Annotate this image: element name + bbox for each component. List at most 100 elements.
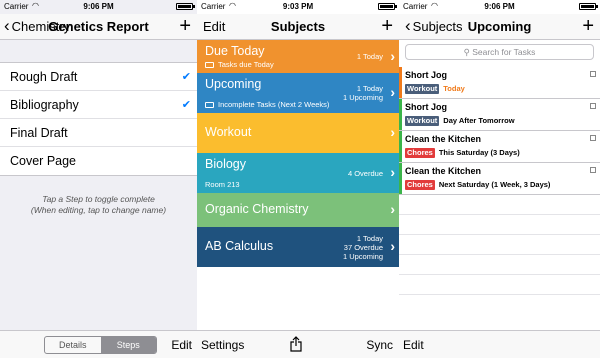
folder-icon — [205, 102, 214, 108]
step-label: Final Draft — [10, 126, 68, 140]
add-button[interactable]: + — [179, 15, 191, 38]
subject-counts: 4 Overdue — [348, 169, 383, 178]
subject-counts: 1 Today 1 Upcoming — [343, 84, 383, 102]
step-row[interactable]: Cover Page — [0, 147, 197, 175]
sync-button[interactable]: Sync — [366, 338, 393, 352]
page-title: Subjects — [270, 19, 326, 34]
settings-button[interactable]: Settings — [201, 338, 244, 352]
details-steps-segmented-control[interactable]: Details Steps — [44, 336, 157, 354]
battery-icon — [579, 3, 598, 10]
copy-icon[interactable] — [590, 71, 596, 77]
checkmark-icon: ✔ — [181, 71, 191, 83]
chevron-right-icon: › — [390, 124, 395, 140]
priority-bar — [399, 131, 402, 162]
step-label: Bibliography — [10, 98, 79, 112]
chevron-right-icon: › — [390, 164, 395, 180]
empty-row — [399, 215, 600, 235]
back-label: Chemistry — [11, 19, 71, 34]
chevron-right-icon: › — [390, 47, 395, 64]
task-row[interactable]: Short Jog Workout Day After Tomorrow — [399, 99, 600, 131]
subject-badge: Workout — [405, 116, 440, 126]
search-field[interactable]: ⚲ Search for Tasks — [405, 44, 594, 60]
subject-name: Organic Chemistry — [205, 202, 309, 216]
empty-row — [399, 235, 600, 255]
subject-name: Workout — [205, 125, 252, 139]
task-meta: Workout Today — [405, 84, 465, 94]
subject-badge: Chores — [405, 180, 435, 190]
count-label: 1 Today — [356, 52, 383, 61]
empty-row — [399, 255, 600, 275]
subject-counts: 1 Today 37 Overdue 1 Upcoming — [343, 234, 383, 261]
subject-row[interactable]: Due Today Tasks due Today 1 Today › — [197, 40, 399, 73]
copy-icon[interactable] — [590, 103, 596, 109]
search-placeholder: Search for Tasks — [472, 47, 536, 57]
chevron-left-icon: ‹ — [4, 16, 10, 35]
subject-name: Biology — [205, 157, 246, 171]
copy-icon[interactable] — [590, 167, 596, 173]
chevron-right-icon: › — [390, 238, 395, 254]
task-name: Clean the Kitchen — [405, 166, 482, 176]
due-label: Day After Tomorrow — [443, 116, 515, 125]
bottom-toolbar: Settings Sync — [197, 330, 399, 358]
bottom-toolbar: Edit — [399, 330, 600, 358]
priority-bar — [399, 99, 402, 130]
back-button[interactable]: ‹ Subjects — [405, 16, 463, 35]
subject-row[interactable]: Workout › — [197, 113, 399, 153]
nav-bar: Edit Subjects + — [197, 14, 399, 40]
step-label: Rough Draft — [10, 70, 78, 84]
step-row[interactable]: Bibliography ✔ — [0, 91, 197, 119]
subject-row[interactable]: Upcoming Incomplete Tasks (Next 2 Weeks) 1… — [197, 73, 399, 113]
empty-row — [399, 275, 600, 295]
clock: 9:06 PM — [484, 2, 515, 11]
subject-badge: Chores — [405, 148, 435, 158]
count-label: 1 Upcoming — [342, 93, 383, 102]
step-row[interactable]: Rough Draft ✔ — [0, 63, 197, 91]
task-name: Clean the Kitchen — [405, 134, 482, 144]
count-label: 1 Today — [356, 84, 383, 93]
steps-list: Rough Draft ✔ Bibliography ✔ Final Draft Cove… — [0, 62, 197, 176]
subject-subtitle: Tasks due Today — [205, 60, 274, 69]
subject-name: Upcoming — [205, 77, 262, 91]
task-meta: Workout Day After Tomorrow — [405, 116, 515, 126]
due-label: This Saturday (3 Days) — [438, 148, 520, 157]
task-row[interactable]: Short Jog Workout Today — [399, 67, 600, 99]
subject-name: Due Today — [205, 44, 265, 58]
back-label: Subjects — [412, 19, 463, 34]
subject-counts: 1 Today — [357, 52, 383, 61]
task-meta: Chores Next Saturday (1 Week, 3 Days) — [405, 180, 550, 190]
copy-icon[interactable] — [590, 135, 596, 141]
hint-line-1: Tap a Step to toggle complete — [42, 194, 155, 204]
status-bar: Carrier ◠ 9:06 PM — [399, 0, 600, 14]
subject-row[interactable]: AB Calculus 1 Today 37 Overdue 1 Upcoming › — [197, 227, 399, 267]
task-row[interactable]: Clean the Kitchen Chores Next Saturday (1 … — [399, 163, 600, 195]
due-label: Today — [443, 84, 465, 93]
search-icon: ⚲ — [463, 47, 470, 57]
bottom-toolbar: Details Steps Edit — [0, 330, 197, 358]
hint-line-2: (When editing, tap to change name) — [30, 205, 167, 215]
subject-subtitle-text: Incomplete Tasks (Next 2 Weeks) — [218, 100, 330, 109]
edit-button[interactable]: Edit — [403, 338, 424, 352]
subject-row[interactable]: Organic Chemistry › — [197, 193, 399, 227]
subject-row[interactable]: Biology Room 213 4 Overdue › — [197, 153, 399, 193]
step-detail-panel: Carrier ◠ 9:06 PM ‹ Chemistry Genetics Re… — [0, 0, 197, 358]
add-button[interactable]: + — [582, 15, 594, 38]
chevron-right-icon: › — [390, 84, 395, 100]
segment-details[interactable]: Details — [45, 337, 101, 353]
subject-subtitle: Room 213 — [205, 180, 240, 189]
back-button[interactable]: ‹ Chemistry — [4, 16, 71, 35]
edit-button[interactable]: Edit — [171, 338, 192, 352]
add-button[interactable]: + — [381, 15, 393, 38]
nav-bar: ‹ Subjects Upcoming + — [399, 14, 600, 40]
step-label: Cover Page — [10, 154, 77, 168]
task-name: Short Jog — [405, 70, 447, 80]
chevron-left-icon: ‹ — [405, 16, 411, 35]
subjects-panel: Carrier ◠ 9:03 PM Edit Subjects + Due To… — [197, 0, 399, 358]
task-row[interactable]: Clean the Kitchen Chores This Saturday (3 … — [399, 131, 600, 163]
segment-steps[interactable]: Steps — [100, 337, 156, 353]
battery-icon — [378, 3, 397, 10]
share-icon[interactable] — [290, 336, 302, 355]
step-row[interactable]: Final Draft — [0, 119, 197, 147]
edit-button[interactable]: Edit — [203, 19, 225, 34]
subject-subtitle: Incomplete Tasks (Next 2 Weeks) — [205, 100, 329, 109]
clock: 9:03 PM — [282, 2, 314, 11]
